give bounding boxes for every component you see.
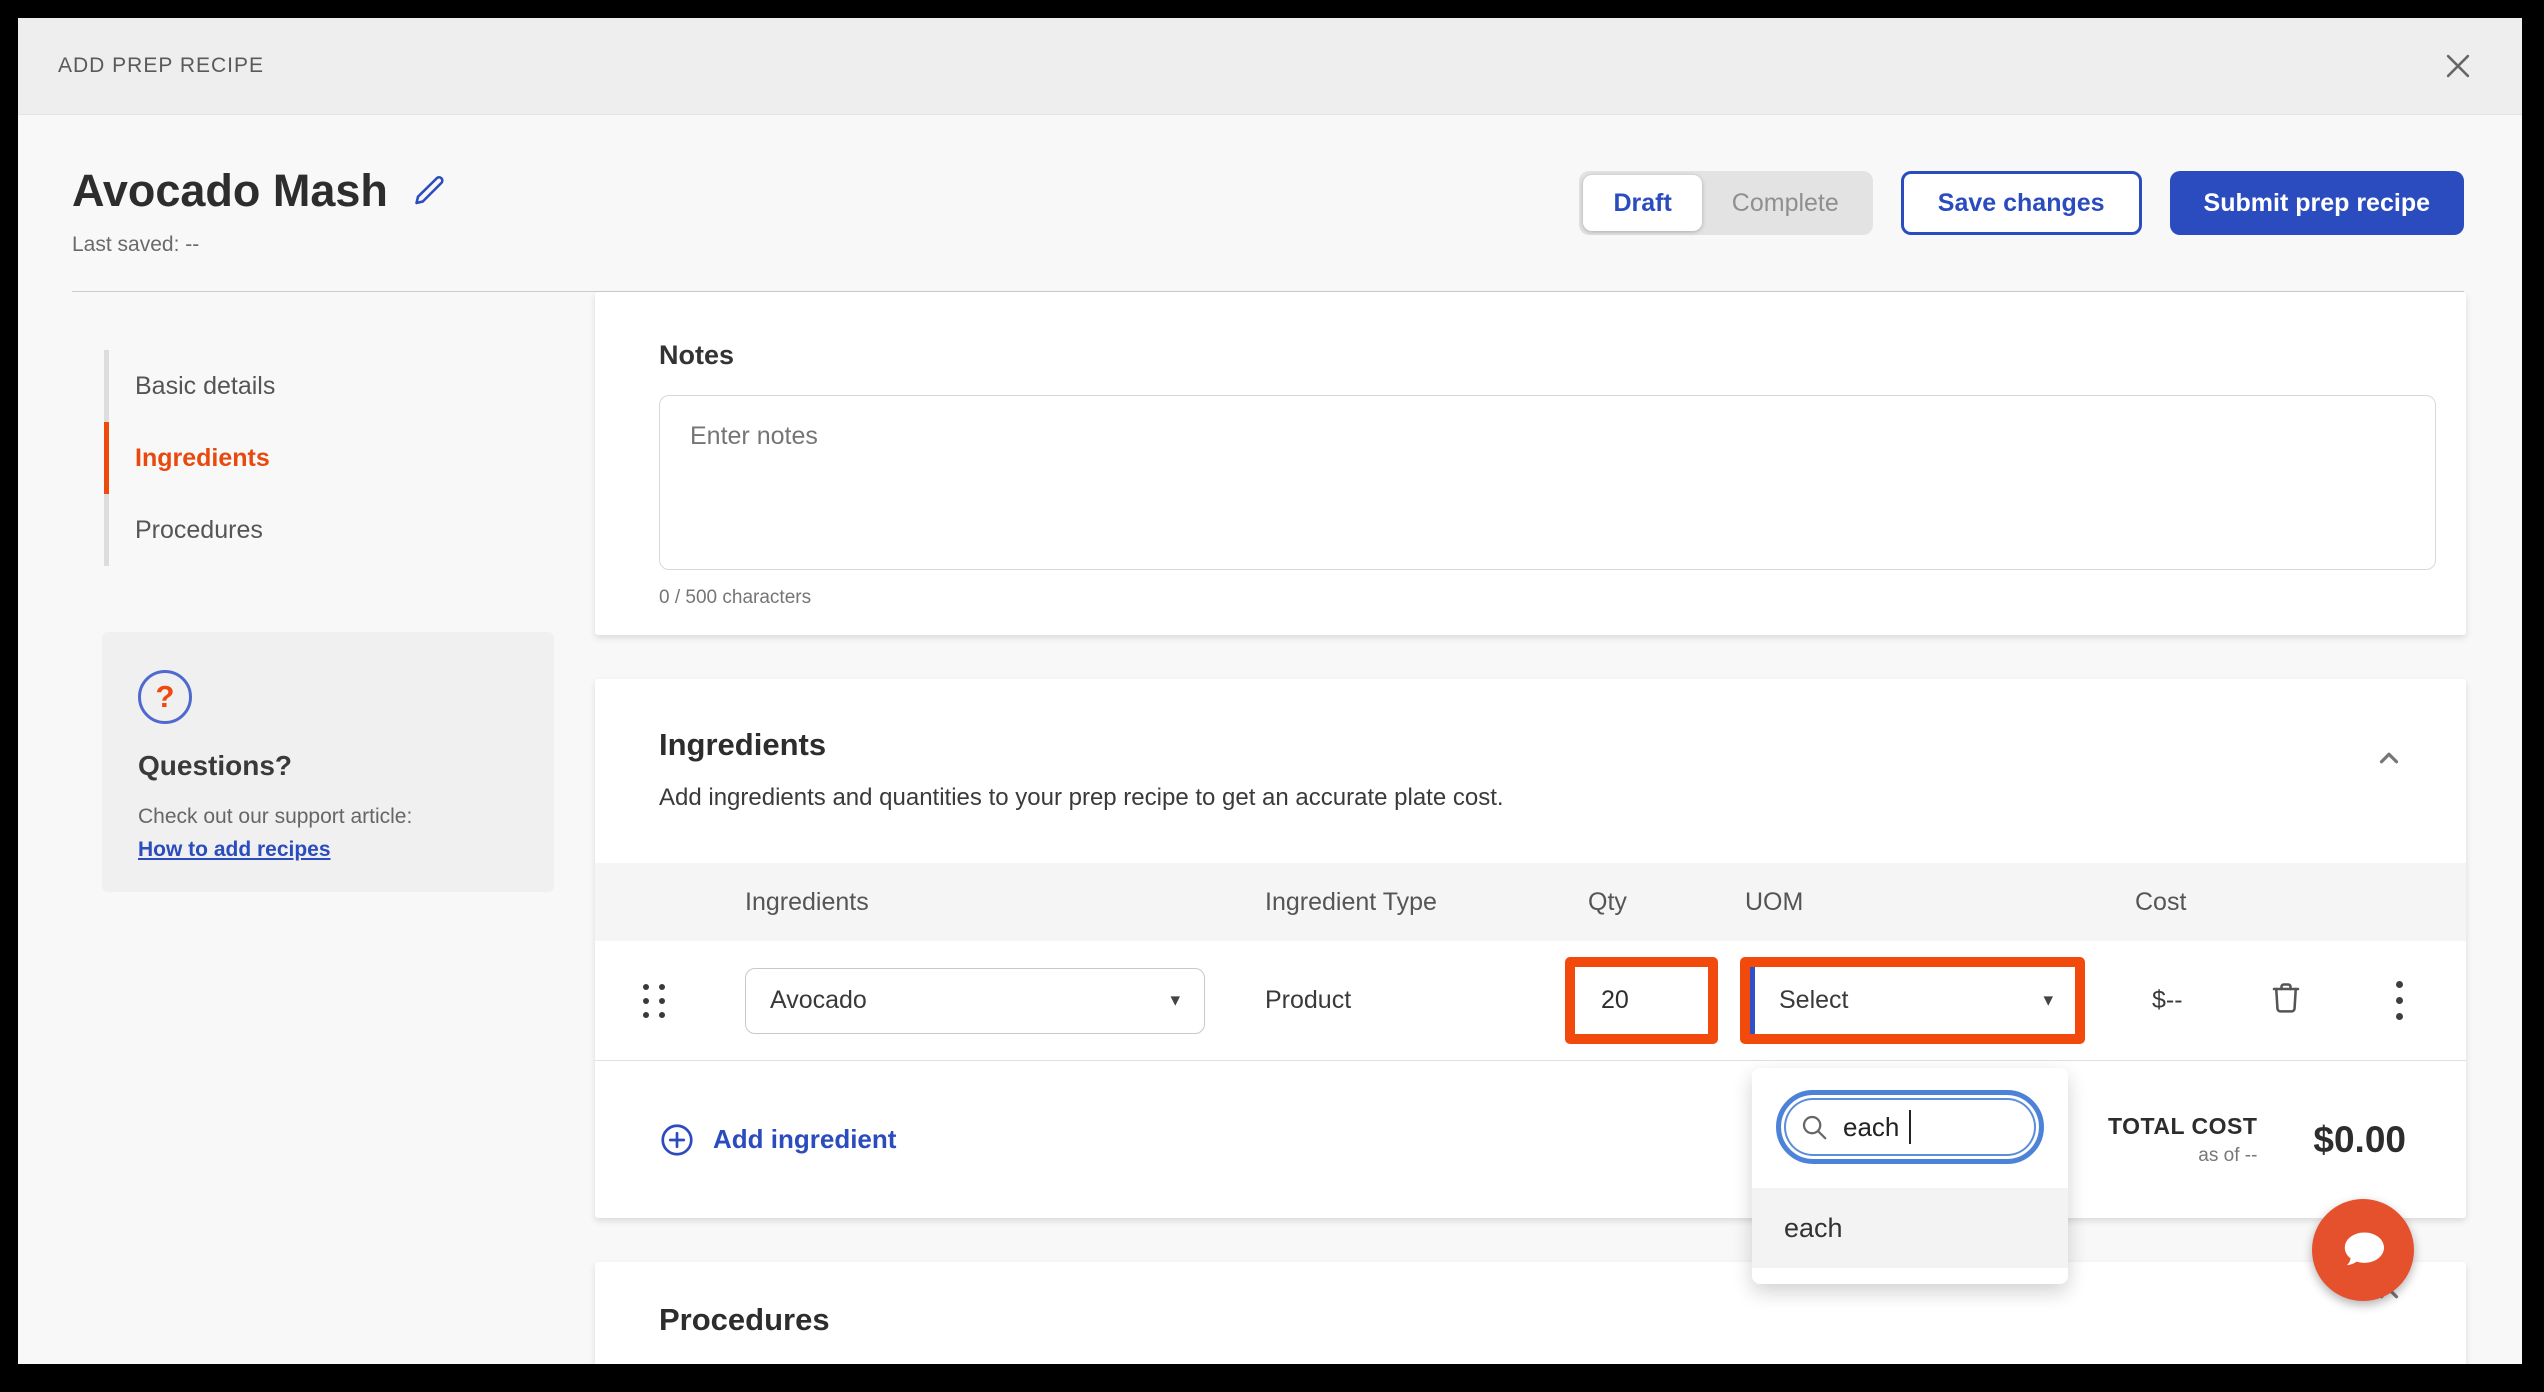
col-header-ingredients: Ingredients: [745, 888, 1215, 917]
question-mark-icon: ?: [138, 670, 192, 724]
ingredient-select[interactable]: Avocado ▾: [745, 968, 1205, 1034]
notes-card: Notes 0 / 500 characters: [595, 292, 2466, 635]
col-header-ingredient-type: Ingredient Type: [1215, 888, 1545, 917]
uom-option-each[interactable]: each: [1752, 1188, 2068, 1268]
left-sidebar: Basic details Ingredients Procedures ? Q…: [18, 292, 595, 892]
qty-input[interactable]: [1575, 967, 1708, 1034]
toggle-complete[interactable]: Complete: [1702, 175, 1869, 231]
status-toggle: Draft Complete: [1579, 171, 1872, 235]
recipe-name: Avocado Mash: [72, 165, 388, 217]
ingredients-card: Ingredients Add ingredients and quantiti…: [595, 679, 2466, 1218]
chevron-up-icon: [2374, 743, 2404, 773]
uom-select-value: Select: [1779, 986, 1848, 1015]
ingredients-section-description: Add ingredients and quantities to your p…: [659, 783, 2402, 813]
toggle-draft[interactable]: Draft: [1583, 175, 1701, 231]
section-nav: Basic details Ingredients Procedures: [104, 350, 595, 566]
uom-select[interactable]: Select ▾: [1750, 967, 2075, 1034]
delete-row-button[interactable]: [2268, 980, 2350, 1021]
chevron-down-icon: ▾: [1170, 989, 1180, 1012]
uom-highlight-annotation: Select ▾: [1740, 957, 2085, 1044]
row-menu-button[interactable]: [2396, 981, 2403, 1020]
kebab-icon: [2396, 981, 2403, 988]
notes-textarea[interactable]: [659, 395, 2436, 570]
ingredient-type-value: Product: [1215, 986, 1545, 1015]
total-cost-as-of: as of --: [2108, 1145, 2257, 1167]
uom-search-field[interactable]: [1776, 1090, 2044, 1164]
chat-launcher-button[interactable]: [2312, 1199, 2414, 1301]
notes-char-count: 0 / 500 characters: [659, 587, 2436, 609]
submit-prep-recipe-button[interactable]: Submit prep recipe: [2170, 171, 2464, 235]
help-title: Questions?: [138, 750, 518, 782]
add-prep-recipe-modal: ADD PREP RECIPE Avocado Mash Last saved:…: [18, 18, 2522, 1364]
main-content: Notes 0 / 500 characters Ingredients Add…: [595, 292, 2466, 1364]
help-text: Check out our support article:: [138, 804, 518, 830]
total-cost-label: TOTAL COST: [2108, 1113, 2257, 1140]
plus-circle-icon: [659, 1122, 695, 1158]
collapse-ingredients-button[interactable]: [2374, 743, 2404, 778]
edit-pencil-icon[interactable]: [412, 173, 448, 209]
total-cost-block: TOTAL COST as of -- $0.00: [2108, 1113, 2406, 1167]
modal-title: ADD PREP RECIPE: [58, 54, 264, 78]
recipe-title-block: Avocado Mash Last saved: --: [72, 165, 448, 257]
procedures-section-title: Procedures: [659, 1302, 2402, 1338]
sidebar-item-procedures[interactable]: Procedures: [104, 494, 595, 566]
chevron-down-icon: ▾: [2043, 989, 2053, 1012]
text-cursor: [1909, 1110, 1911, 1144]
add-ingredient-label: Add ingredient: [713, 1124, 896, 1155]
help-card: ? Questions? Check out our support artic…: [102, 632, 554, 892]
procedures-card: Procedures: [595, 1262, 2466, 1364]
uom-search-input[interactable]: [1843, 1112, 1909, 1143]
ingredients-table-header: Ingredients Ingredient Type Qty UOM Cost: [595, 863, 2466, 941]
total-cost-value: $0.00: [2313, 1119, 2406, 1161]
cost-value: $--: [2080, 986, 2240, 1015]
header-actions: Draft Complete Save changes Submit prep …: [1579, 171, 2464, 235]
ingredients-section-title: Ingredients: [659, 727, 2402, 763]
uom-dropdown-panel: each: [1752, 1068, 2068, 1284]
sidebar-item-basic-details[interactable]: Basic details: [104, 350, 595, 422]
close-icon: [2441, 49, 2475, 83]
trash-icon: [2268, 980, 2304, 1016]
sidebar-item-ingredients[interactable]: Ingredients: [104, 422, 595, 494]
notes-label: Notes: [659, 340, 2436, 371]
col-header-cost: Cost: [2080, 888, 2240, 917]
add-ingredient-button[interactable]: Add ingredient: [659, 1122, 896, 1158]
chat-bubble-icon: [2335, 1222, 2391, 1278]
recipe-header: Avocado Mash Last saved: -- Draft Comple…: [18, 115, 2522, 257]
last-saved-text: Last saved: --: [72, 233, 448, 257]
qty-highlight-annotation: [1565, 957, 1718, 1044]
save-changes-button[interactable]: Save changes: [1901, 171, 2142, 235]
drag-handle-icon[interactable]: [643, 984, 665, 1018]
ingredient-select-value: Avocado: [770, 986, 867, 1015]
col-header-qty: Qty: [1545, 888, 1720, 917]
search-icon: [1799, 1112, 1829, 1142]
ingredient-row: Avocado ▾ Product Select: [595, 941, 2466, 1061]
how-to-add-recipes-link[interactable]: How to add recipes: [138, 838, 331, 862]
close-button[interactable]: [2438, 46, 2478, 86]
col-header-uom: UOM: [1720, 888, 2080, 917]
modal-topbar: ADD PREP RECIPE: [18, 18, 2522, 115]
